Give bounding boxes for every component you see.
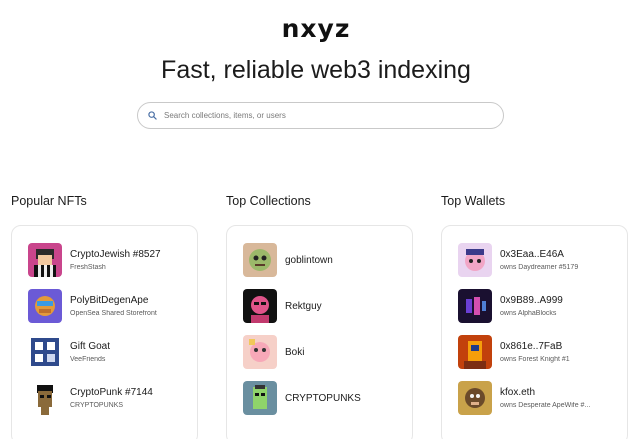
top-collections-title: Top Collections xyxy=(226,194,311,208)
nft-name: CryptoPunk #7144 xyxy=(70,387,153,398)
nft-item[interactable]: CryptoPunk #7144 CRYPTOPUNKS xyxy=(28,380,193,416)
wallet-address: kfox.eth xyxy=(500,387,536,398)
nft-thumbnail xyxy=(28,381,62,415)
top-collections-card: goblintown Rektguy Boki CRYPTOPUNKS xyxy=(226,225,413,439)
collection-name: CRYPTOPUNKS xyxy=(285,392,361,404)
wallet-avatar xyxy=(458,335,492,369)
collection-thumbnail xyxy=(243,335,277,369)
nft-item[interactable]: CryptoJewish #8527 FreshStash xyxy=(28,242,193,278)
wallet-item[interactable]: 0x861e..7FaB owns Forest Knight #1 xyxy=(458,334,623,370)
wallet-address: 0x861e..7FaB xyxy=(500,341,563,352)
wallet-owns: owns Forest Knight #1 xyxy=(500,356,570,363)
collection-name: Rektguy xyxy=(285,300,322,312)
search-bar[interactable] xyxy=(137,102,504,129)
wallet-avatar xyxy=(458,381,492,415)
wallet-avatar xyxy=(458,289,492,323)
collection-item[interactable]: Rektguy xyxy=(243,288,408,324)
wallet-address: 0x9B89..A999 xyxy=(500,295,563,306)
nft-thumbnail xyxy=(28,289,62,323)
collection-thumbnail xyxy=(243,243,277,277)
nft-name: PolyBitDegenApe xyxy=(70,295,149,306)
logo[interactable]: nxyz xyxy=(0,14,632,43)
collection-name: Boki xyxy=(285,346,305,358)
collection-thumbnail xyxy=(243,381,277,415)
nft-collection: OpenSea Shared Storefront xyxy=(70,310,157,317)
nft-name: CryptoJewish #8527 xyxy=(70,249,161,260)
wallet-item[interactable]: 0x9B89..A999 owns AlphaBlocks xyxy=(458,288,623,324)
nft-collection: CRYPTOPUNKS xyxy=(70,402,124,409)
page-tagline: Fast, reliable web3 indexing xyxy=(161,56,471,84)
wallet-owns: owns Daydreamer #5179 xyxy=(500,264,579,271)
top-wallets-title: Top Wallets xyxy=(441,194,506,208)
nft-collection: VeeFriends xyxy=(70,356,106,363)
nft-item[interactable]: Gift Goat VeeFriends xyxy=(28,334,193,370)
search-input[interactable] xyxy=(164,111,484,120)
nft-thumbnail xyxy=(28,335,62,369)
wallet-address: 0x3Eaa..E46A xyxy=(500,249,564,260)
wallet-avatar xyxy=(458,243,492,277)
collection-thumbnail xyxy=(243,289,277,323)
popular-nfts-title: Popular NFTs xyxy=(11,194,87,208)
top-wallets-card: 0x3Eaa..E46A owns Daydreamer #5179 0x9B8… xyxy=(441,225,628,439)
collection-item[interactable]: Boki xyxy=(243,334,408,370)
collection-item[interactable]: goblintown xyxy=(243,242,408,278)
nft-collection: FreshStash xyxy=(70,264,106,271)
collection-item[interactable]: CRYPTOPUNKS xyxy=(243,380,408,416)
wallet-item[interactable]: kfox.eth owns Desperate ApeWife #... xyxy=(458,380,623,416)
nft-name: Gift Goat xyxy=(70,341,111,352)
nft-item[interactable]: PolyBitDegenApe OpenSea Shared Storefron… xyxy=(28,288,193,324)
popular-nfts-card: CryptoJewish #8527 FreshStash PolyBitDeg… xyxy=(11,225,198,439)
wallet-owns: owns AlphaBlocks xyxy=(500,310,557,317)
wallet-owns: owns Desperate ApeWife #... xyxy=(500,402,591,409)
collection-name: goblintown xyxy=(285,254,333,266)
search-icon xyxy=(148,111,157,120)
wallet-item[interactable]: 0x3Eaa..E46A owns Daydreamer #5179 xyxy=(458,242,623,278)
nft-thumbnail xyxy=(28,243,62,277)
